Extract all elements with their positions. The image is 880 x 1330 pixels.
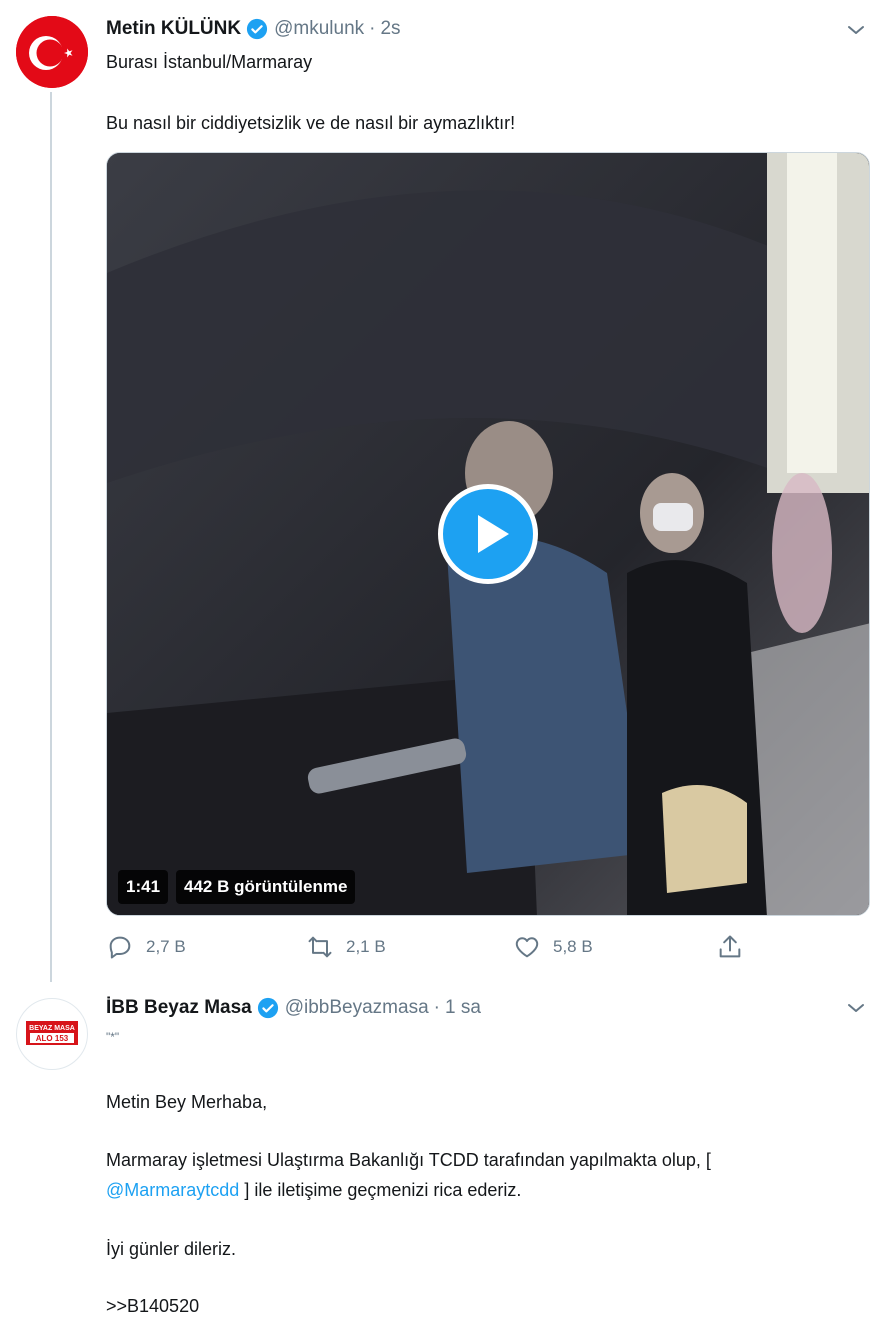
separator-dot: ·	[433, 997, 440, 1018]
beyaz-masa-logo: BEYAZ MASA ALO 153	[26, 1021, 78, 1045]
share-button[interactable]	[716, 933, 756, 961]
reply-button[interactable]: 2,7 B	[106, 933, 186, 961]
user-handle[interactable]: @mkulunk	[274, 18, 364, 40]
tweet-text-line: Burası İstanbul/Marmaray	[106, 52, 313, 72]
retweet-button[interactable]: 2,1 B	[306, 933, 386, 961]
verified-badge-icon	[257, 997, 278, 1019]
tweet-text-line: Metin Bey Merhaba,	[106, 1092, 268, 1112]
tweet-text-line: İyi günler dileriz.	[106, 1239, 237, 1259]
separator-dot: ·	[369, 18, 376, 39]
like-count: 5,8 B	[553, 937, 593, 956]
mention-link[interactable]: @Marmaraytcdd	[106, 1180, 239, 1200]
caret-down-icon[interactable]	[844, 18, 868, 42]
display-name[interactable]: İBB Beyaz Masa	[106, 997, 252, 1019]
tweet-header: Metin KÜLÜNK @mkulunk · 2s	[106, 18, 401, 40]
play-icon	[478, 515, 509, 553]
reference-code: >>B140520	[106, 1296, 200, 1316]
share-icon	[719, 935, 741, 958]
video-views-badge: 442 B görüntülenme	[176, 870, 356, 904]
display-name[interactable]: Metin KÜLÜNK	[106, 18, 241, 40]
video-duration-badge: 1:41	[118, 870, 169, 904]
play-button[interactable]	[438, 484, 538, 584]
tweet-text-line: Bu nasıl bir ciddiyetsizlik ve de nasıl …	[106, 113, 516, 133]
reply-count: 2,7 B	[146, 937, 186, 956]
like-button[interactable]: 5,8 B	[513, 933, 593, 961]
tweet-text-line: Marmaray işletmesi Ulaştırma Bakanlığı T…	[106, 1150, 711, 1170]
svg-text:ALO 153: ALO 153	[36, 1034, 69, 1043]
turkish-flag-icon	[16, 16, 88, 88]
caret-down-icon[interactable]	[844, 996, 868, 1020]
avatar-metin-kulunk[interactable]	[16, 16, 88, 88]
timestamp[interactable]: 1 sa	[445, 997, 481, 1019]
verified-badge-icon	[247, 18, 268, 40]
quote-mark: "*"	[106, 1030, 120, 1044]
avatar-ibb-beyaz-masa[interactable]: BEYAZ MASA ALO 153	[16, 998, 88, 1070]
timestamp[interactable]: 2s	[380, 18, 400, 40]
retweet-icon	[308, 936, 332, 958]
like-icon	[515, 937, 539, 958]
tweet-text-fragment: ] ile iletişime geçmenizi rica ederiz.	[239, 1180, 522, 1200]
tweet-header: İBB Beyaz Masa @ibbBeyazmasa · 1 sa	[106, 997, 481, 1019]
reply-icon	[109, 936, 131, 959]
tweet-text-line: @Marmaraytcdd ] ile iletişime geçmenizi …	[106, 1180, 521, 1201]
retweet-count: 2,1 B	[346, 937, 386, 956]
svg-text:BEYAZ MASA: BEYAZ MASA	[29, 1025, 75, 1032]
user-handle[interactable]: @ibbBeyazmasa	[285, 997, 429, 1019]
thread-connector-line	[50, 92, 52, 982]
